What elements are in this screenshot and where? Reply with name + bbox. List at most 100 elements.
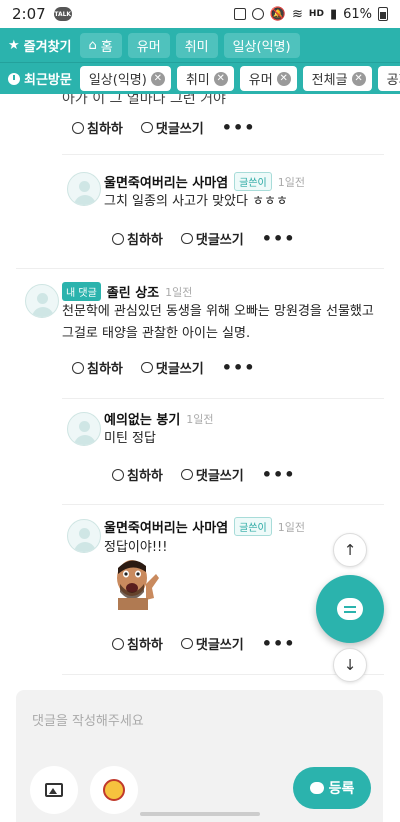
avatar[interactable] [67, 519, 101, 553]
comment-actions: 침하하 댓글쓰기 ••• [112, 229, 295, 248]
submit-button[interactable]: 등록 [293, 767, 371, 809]
comment-header: 울면죽여버리는 사마염 글쓴이 1일전 [104, 172, 305, 191]
reply-button[interactable]: 댓글쓰기 [180, 465, 244, 484]
like-button[interactable]: 침하하 [112, 465, 163, 484]
favorites-label: ★ 즐겨찾기 [8, 37, 72, 55]
author-badge: 글쓴이 [234, 517, 272, 536]
sticker-image [117, 560, 159, 610]
comment-time: 1일전 [165, 285, 193, 299]
comment-actions: 침하하 댓글쓰기 ••• [112, 465, 295, 484]
status-icons: 🔕 ≋ HD ▮ 61% [233, 6, 388, 22]
more-options-button[interactable]: ••• [222, 118, 256, 137]
home-icon: ⌂ [88, 37, 97, 53]
divider [62, 398, 384, 399]
wifi-icon: ≋ [292, 6, 303, 22]
divider [62, 154, 384, 155]
hd-voice-icon: HD [308, 9, 324, 19]
recent-chip-daily[interactable]: 일상(익명) ✕ [79, 66, 171, 91]
smile-icon [112, 232, 124, 245]
like-button[interactable]: 침하하 [112, 634, 163, 653]
smile-icon [72, 361, 84, 374]
more-options-button[interactable]: ••• [262, 465, 296, 484]
comment-author[interactable]: 울면죽여버리는 사마염 [104, 517, 228, 536]
more-options-button[interactable]: ••• [262, 634, 296, 653]
smile-icon [72, 121, 84, 134]
clock-icon [8, 72, 20, 85]
comment-author[interactable]: 졸린 상조 [107, 282, 159, 301]
comment-header: 울면죽여버리는 사마염 글쓴이 1일전 [104, 517, 305, 536]
comment-icon [180, 638, 193, 649]
talk-notification-icon: TALK [53, 7, 72, 21]
favorite-chip-humor[interactable]: 유머 [127, 32, 170, 58]
comment-text-line: 그걸로 태양을 관찰한 아이는 실명. [62, 326, 251, 341]
comment-time: 1일전 [277, 520, 305, 534]
favorites-bar: ★ 즐겨찾기 ⌂ 홈 유머 취미 일상(익명) [0, 28, 400, 62]
scroll-up-button[interactable]: ↑ [333, 533, 367, 567]
sticker-button[interactable] [90, 766, 138, 814]
attach-image-button[interactable] [30, 766, 78, 814]
signal-icon: ▮ [329, 6, 338, 22]
home-indicator[interactable] [140, 812, 260, 816]
reply-button[interactable]: 댓글쓰기 [180, 229, 244, 248]
favorite-chip-hobby[interactable]: 취미 [175, 32, 218, 58]
more-options-button[interactable]: ••• [262, 229, 296, 248]
recent-visits-label: 최근방문 [8, 69, 72, 88]
comment-composer: 댓글을 작성해주세요 등록 [16, 690, 383, 822]
like-button[interactable]: 침하하 [112, 229, 163, 248]
reply-button[interactable]: 댓글쓰기 [180, 634, 244, 653]
my-comment-badge: 내 댓글 [62, 282, 101, 301]
reply-button[interactable]: 댓글쓰기 [140, 118, 204, 137]
like-button[interactable]: 침하하 [72, 118, 123, 137]
close-icon[interactable]: ✕ [276, 71, 291, 86]
divider [16, 268, 384, 269]
alarm-icon [251, 8, 264, 20]
comment-text: 미틴 정답 [104, 431, 156, 446]
favorite-chip-daily[interactable]: 일상(익명) [223, 32, 300, 58]
mute-icon: 🔕 [269, 6, 287, 22]
recent-chip-humor[interactable]: 유머 ✕ [239, 66, 297, 91]
reply-button[interactable]: 댓글쓰기 [140, 358, 204, 377]
status-bar: 2:07 TALK 🔕 ≋ HD ▮ 61% [0, 0, 400, 28]
comment-author[interactable]: 울면죽여버리는 사마염 [104, 172, 228, 191]
recent-visits-bar: 최근방문 일상(익명)✕ 취미✕ 유머✕ 전체글✕ 공지✕ [0, 62, 400, 94]
comment-icon [180, 469, 193, 480]
battery-percent: 61% [343, 6, 372, 22]
battery-icon [378, 7, 388, 21]
recent-chip-all[interactable]: 전체글 ✕ [302, 66, 372, 91]
comment-time: 1일전 [186, 412, 214, 426]
smile-icon [112, 468, 124, 481]
more-options-button[interactable]: ••• [222, 358, 256, 377]
comment-actions: 침하하 댓글쓰기 ••• [72, 118, 255, 137]
avatar[interactable] [25, 284, 59, 318]
comment-text: 그치 일종의 사고가 맞았다 ㅎㅎㅎ [104, 194, 288, 209]
arrow-up-icon: ↑ [343, 541, 357, 559]
scroll-down-button[interactable]: ↓ [333, 648, 367, 682]
comment-actions: 침하하 댓글쓰기 ••• [112, 634, 295, 653]
write-comment-fab[interactable] [316, 575, 384, 643]
recent-chip-notice[interactable]: 공지✕ [377, 66, 400, 91]
close-icon[interactable]: ✕ [150, 71, 165, 86]
battery-saver-icon [233, 8, 246, 20]
comment-input[interactable]: 댓글을 작성해주세요 [32, 710, 144, 729]
avatar[interactable] [67, 172, 101, 206]
favorite-chip-home[interactable]: ⌂ 홈 [79, 32, 122, 58]
like-button[interactable]: 침하하 [72, 358, 123, 377]
comment-time: 1일전 [277, 175, 305, 189]
emoticon-icon [103, 779, 125, 801]
recent-chip-hobby[interactable]: 취미 ✕ [176, 66, 234, 91]
comment-header: 내 댓글 졸린 상조 1일전 [62, 282, 192, 301]
avatar[interactable] [67, 412, 101, 446]
smile-icon [112, 637, 124, 650]
chat-bubble-icon [337, 598, 363, 620]
close-icon[interactable]: ✕ [213, 71, 228, 86]
divider [62, 504, 384, 505]
partial-comment-text: 아가 이 그 얼마나 그런 거야 [62, 94, 226, 107]
chat-bubble-icon [309, 782, 324, 794]
comment-icon [140, 362, 153, 373]
star-icon: ★ [8, 37, 20, 53]
author-badge: 글쓴이 [234, 172, 272, 191]
close-icon[interactable]: ✕ [351, 71, 366, 86]
image-icon [45, 783, 63, 797]
comment-icon [180, 233, 193, 244]
comment-author[interactable]: 예의없는 봉기 [104, 409, 180, 428]
